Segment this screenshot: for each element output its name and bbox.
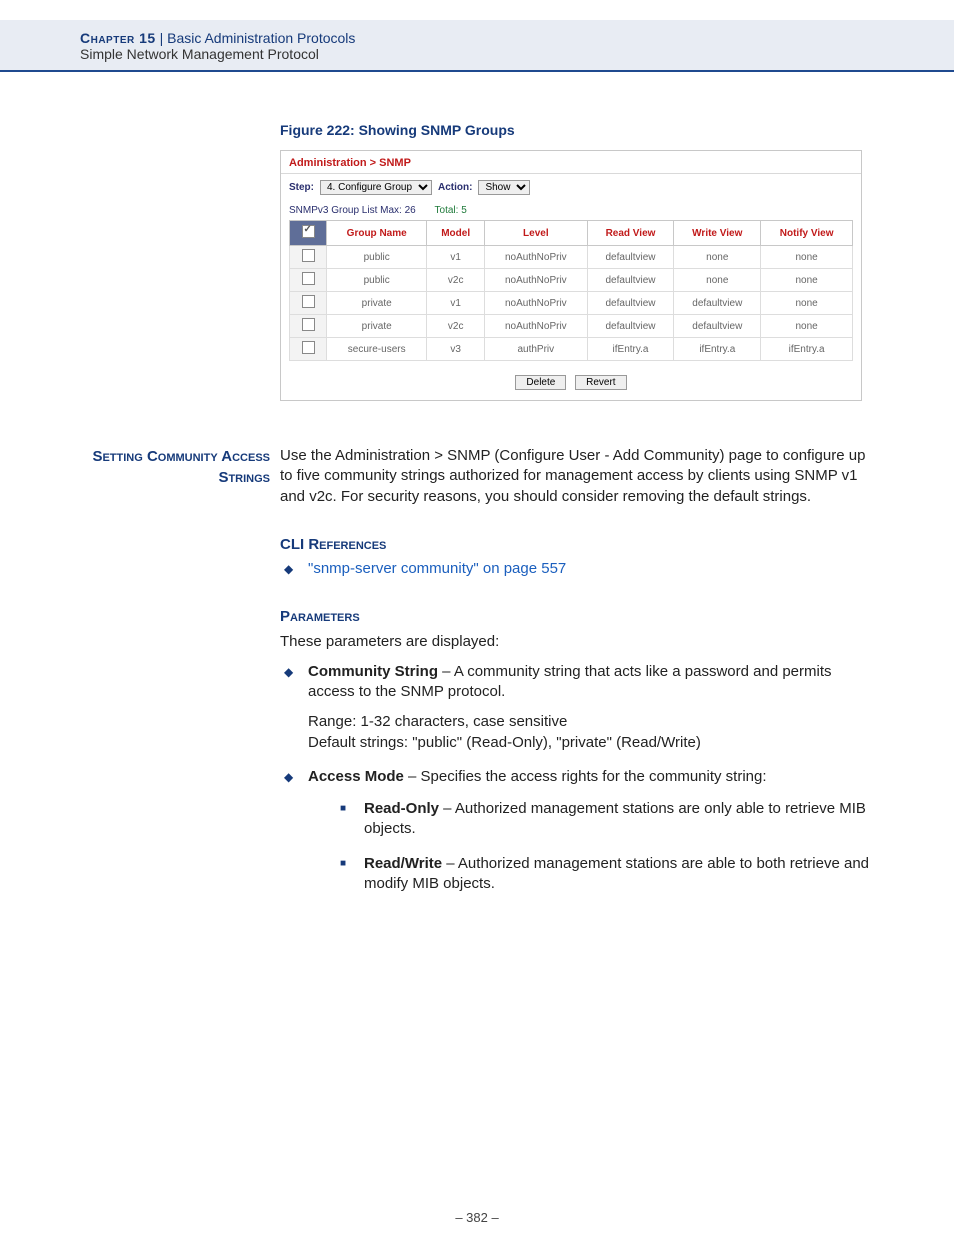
cell: noAuthNoPriv: [484, 315, 587, 338]
table-row: privatev1noAuthNoPrivdefaultviewdefaultv…: [290, 292, 853, 315]
figure-caption: Figure 222: Showing SNMP Groups: [280, 122, 874, 138]
access-mode-label: Access Mode: [308, 768, 404, 785]
step-select[interactable]: 4. Configure Group: [320, 180, 432, 195]
community-range: Range: 1-32 characters, case sensitive: [308, 712, 874, 732]
row-checkbox[interactable]: [302, 295, 315, 308]
cell: private: [327, 292, 427, 315]
table-row: publicv1noAuthNoPrivdefaultviewnonenone: [290, 246, 853, 269]
margin-heading: Setting Community Access Strings: [80, 446, 280, 908]
col-groupname: Group Name: [327, 221, 427, 246]
chapter-title: Basic Administration Protocols: [167, 30, 355, 46]
toolbar: Step: 4. Configure Group Action: Show: [281, 174, 861, 201]
page-number: – 382 –: [0, 1210, 954, 1225]
cell: secure-users: [327, 338, 427, 361]
delete-button[interactable]: Delete: [515, 375, 566, 390]
header-sep: |: [160, 30, 168, 46]
read-only-label: Read-Only: [364, 800, 439, 817]
cell: v2c: [427, 269, 485, 292]
table-row: privatev2cnoAuthNoPrivdefaultviewdefault…: [290, 315, 853, 338]
button-row: Delete Revert: [281, 369, 861, 400]
cell: ifEntry.a: [587, 338, 674, 361]
action-label: Action:: [438, 182, 472, 193]
access-mode-desc: – Specifies the access rights for the co…: [404, 768, 767, 785]
cell: defaultview: [587, 269, 674, 292]
table-row: publicv2cnoAuthNoPrivdefaultviewnonenone: [290, 269, 853, 292]
col-level: Level: [484, 221, 587, 246]
list-max: Max: 26: [380, 205, 416, 216]
cell: noAuthNoPriv: [484, 292, 587, 315]
col-model: Model: [427, 221, 485, 246]
step-label: Step:: [289, 182, 314, 193]
cell: v3: [427, 338, 485, 361]
read-only-item: Read-Only – Authorized management statio…: [336, 799, 874, 840]
cell: noAuthNoPriv: [484, 246, 587, 269]
row-checkbox[interactable]: [302, 272, 315, 285]
cell: defaultview: [587, 246, 674, 269]
cell: defaultview: [587, 292, 674, 315]
param-access-mode: Access Mode – Specifies the access right…: [280, 767, 874, 894]
section-title: Simple Network Management Protocol: [80, 46, 954, 62]
col-writeview: Write View: [674, 221, 761, 246]
col-notifyview: Notify View: [761, 221, 853, 246]
cell: none: [674, 269, 761, 292]
row-checkbox-cell[interactable]: [290, 292, 327, 315]
cell: defaultview: [674, 315, 761, 338]
read-write-label: Read/Write: [364, 855, 442, 872]
param-community: Community String – A community string th…: [280, 662, 874, 753]
row-checkbox[interactable]: [302, 341, 315, 354]
table-row: secure-usersv3authPrivifEntry.aifEntry.a…: [290, 338, 853, 361]
cell: private: [327, 315, 427, 338]
cell: ifEntry.a: [761, 338, 853, 361]
read-only-desc: – Authorized management stations are onl…: [364, 800, 866, 837]
cell: none: [761, 315, 853, 338]
cell: ifEntry.a: [674, 338, 761, 361]
parameters-intro: These parameters are displayed:: [280, 632, 874, 652]
cell: noAuthNoPriv: [484, 269, 587, 292]
col-readview: Read View: [587, 221, 674, 246]
cell: none: [761, 292, 853, 315]
list-summary: SNMPv3 Group List Max: 26 Total: 5: [281, 201, 861, 220]
cell: defaultview: [674, 292, 761, 315]
snmp-groups-screenshot: Administration > SNMP Step: 4. Configure…: [280, 150, 862, 401]
intro-paragraph: Use the Administration > SNMP (Configure…: [280, 446, 874, 507]
cell: v1: [427, 246, 485, 269]
cell: none: [674, 246, 761, 269]
read-write-item: Read/Write – Authorized management stati…: [336, 854, 874, 895]
cell: none: [761, 269, 853, 292]
row-checkbox[interactable]: [302, 318, 315, 331]
cli-heading: CLI References: [280, 535, 874, 555]
cell: defaultview: [587, 315, 674, 338]
list-total: Total: 5: [435, 205, 467, 216]
row-checkbox[interactable]: [302, 249, 315, 262]
breadcrumb: Administration > SNMP: [281, 151, 861, 174]
cli-link-item: "snmp-server community" on page 557: [280, 559, 874, 579]
revert-button[interactable]: Revert: [575, 375, 626, 390]
parameters-heading: Parameters: [280, 607, 874, 627]
row-checkbox-cell[interactable]: [290, 315, 327, 338]
cell: v2c: [427, 315, 485, 338]
community-defaults: Default strings: "public" (Read-Only), "…: [308, 733, 874, 753]
community-label: Community String: [308, 663, 438, 680]
chapter-label: Chapter 15: [80, 30, 156, 46]
cell: none: [761, 246, 853, 269]
row-checkbox-cell[interactable]: [290, 269, 327, 292]
cell: authPriv: [484, 338, 587, 361]
select-all-checkbox[interactable]: [302, 225, 315, 238]
cli-link[interactable]: "snmp-server community" on page 557: [308, 560, 566, 577]
action-select[interactable]: Show: [478, 180, 530, 195]
cell: v1: [427, 292, 485, 315]
list-title: SNMPv3 Group List: [289, 205, 377, 216]
group-table: Group Name Model Level Read View Write V…: [289, 220, 853, 361]
row-checkbox-cell[interactable]: [290, 246, 327, 269]
row-checkbox-cell[interactable]: [290, 338, 327, 361]
cell: public: [327, 269, 427, 292]
select-all-header[interactable]: [290, 221, 327, 246]
cell: public: [327, 246, 427, 269]
page-header: Chapter 15 | Basic Administration Protoc…: [0, 20, 954, 72]
